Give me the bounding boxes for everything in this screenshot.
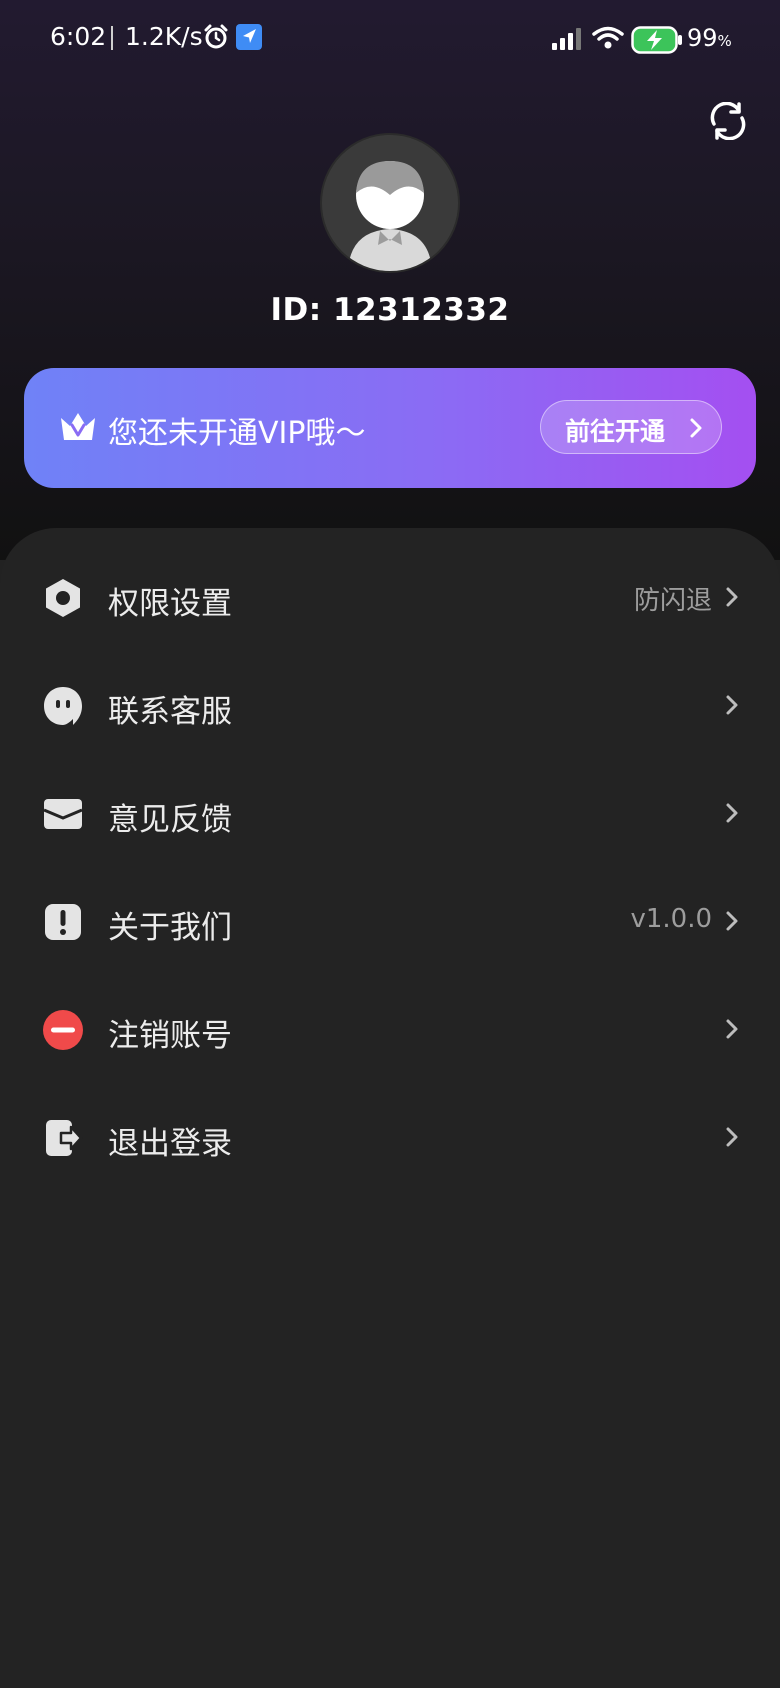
menu-item-label: 注销账号 bbox=[108, 1018, 232, 1054]
chevron-right-icon bbox=[725, 1018, 739, 1044]
sync-button[interactable] bbox=[706, 101, 750, 141]
navigation-arrow-icon bbox=[236, 24, 262, 54]
chevron-right-icon bbox=[725, 910, 739, 936]
chevron-right-icon bbox=[689, 417, 703, 443]
menu-item-delete-account[interactable]: 注销账号 bbox=[0, 976, 780, 1084]
menu-item-label: 关于我们 bbox=[108, 910, 232, 946]
chat-bubble-icon bbox=[43, 686, 83, 726]
vip-message: 您还未开通VIP哦～ bbox=[108, 416, 366, 451]
info-exclamation-icon bbox=[43, 902, 83, 942]
menu-item-label: 权限设置 bbox=[108, 586, 232, 622]
signal-strength-icon bbox=[552, 28, 582, 54]
crown-vip-icon bbox=[59, 410, 97, 448]
battery-percent-value: 99 bbox=[687, 24, 718, 52]
activate-vip-label: 前往开通 bbox=[565, 417, 666, 446]
menu-item-label: 联系客服 bbox=[108, 694, 232, 730]
chevron-right-icon bbox=[725, 694, 739, 720]
menu-item-value: 防闪退 bbox=[633, 586, 712, 616]
user-id: ID: 12312332 bbox=[270, 292, 510, 328]
menu-item-feedback[interactable]: 意见反馈 bbox=[0, 760, 780, 868]
avatar[interactable] bbox=[322, 135, 458, 271]
menu-item-label: 退出登录 bbox=[108, 1126, 232, 1162]
menu-item-permission-settings[interactable]: 权限设置 防闪退 bbox=[0, 544, 780, 652]
vip-banner[interactable]: 您还未开通VIP哦～ 前往开通 bbox=[24, 368, 756, 488]
hexagon-settings-icon bbox=[43, 578, 83, 618]
status-bar: 6:02 1.2K/s 99% bbox=[0, 0, 780, 78]
battery-percent: 99% bbox=[687, 24, 732, 52]
sync-icon bbox=[710, 101, 746, 141]
menu-item-logout[interactable]: 退出登录 bbox=[0, 1084, 780, 1192]
envelope-icon bbox=[43, 794, 83, 834]
chevron-right-icon bbox=[725, 586, 739, 612]
status-time: 6:02 bbox=[50, 22, 107, 51]
status-net-speed: 1.2K/s bbox=[125, 22, 203, 51]
logout-icon bbox=[43, 1118, 83, 1158]
wifi-icon bbox=[592, 26, 624, 54]
settings-menu: 权限设置 防闪退 联系客服 意见反馈 关于我们 v1.0.0 注销账号 退出登录 bbox=[0, 528, 780, 1688]
user-avatar-icon bbox=[322, 135, 458, 271]
chevron-right-icon bbox=[725, 802, 739, 828]
status-divider bbox=[111, 26, 113, 50]
alarm-icon bbox=[203, 24, 229, 54]
menu-item-contact-support[interactable]: 联系客服 bbox=[0, 652, 780, 760]
chevron-right-icon bbox=[725, 1126, 739, 1152]
minus-circle-icon bbox=[43, 1010, 83, 1050]
battery-percent-unit: % bbox=[717, 32, 732, 50]
menu-item-label: 意见反馈 bbox=[108, 802, 232, 838]
activate-vip-button[interactable]: 前往开通 bbox=[540, 400, 722, 454]
battery-charging-icon bbox=[631, 26, 683, 58]
menu-item-value: v1.0.0 bbox=[630, 904, 712, 934]
menu-item-about-us[interactable]: 关于我们 v1.0.0 bbox=[0, 868, 780, 976]
